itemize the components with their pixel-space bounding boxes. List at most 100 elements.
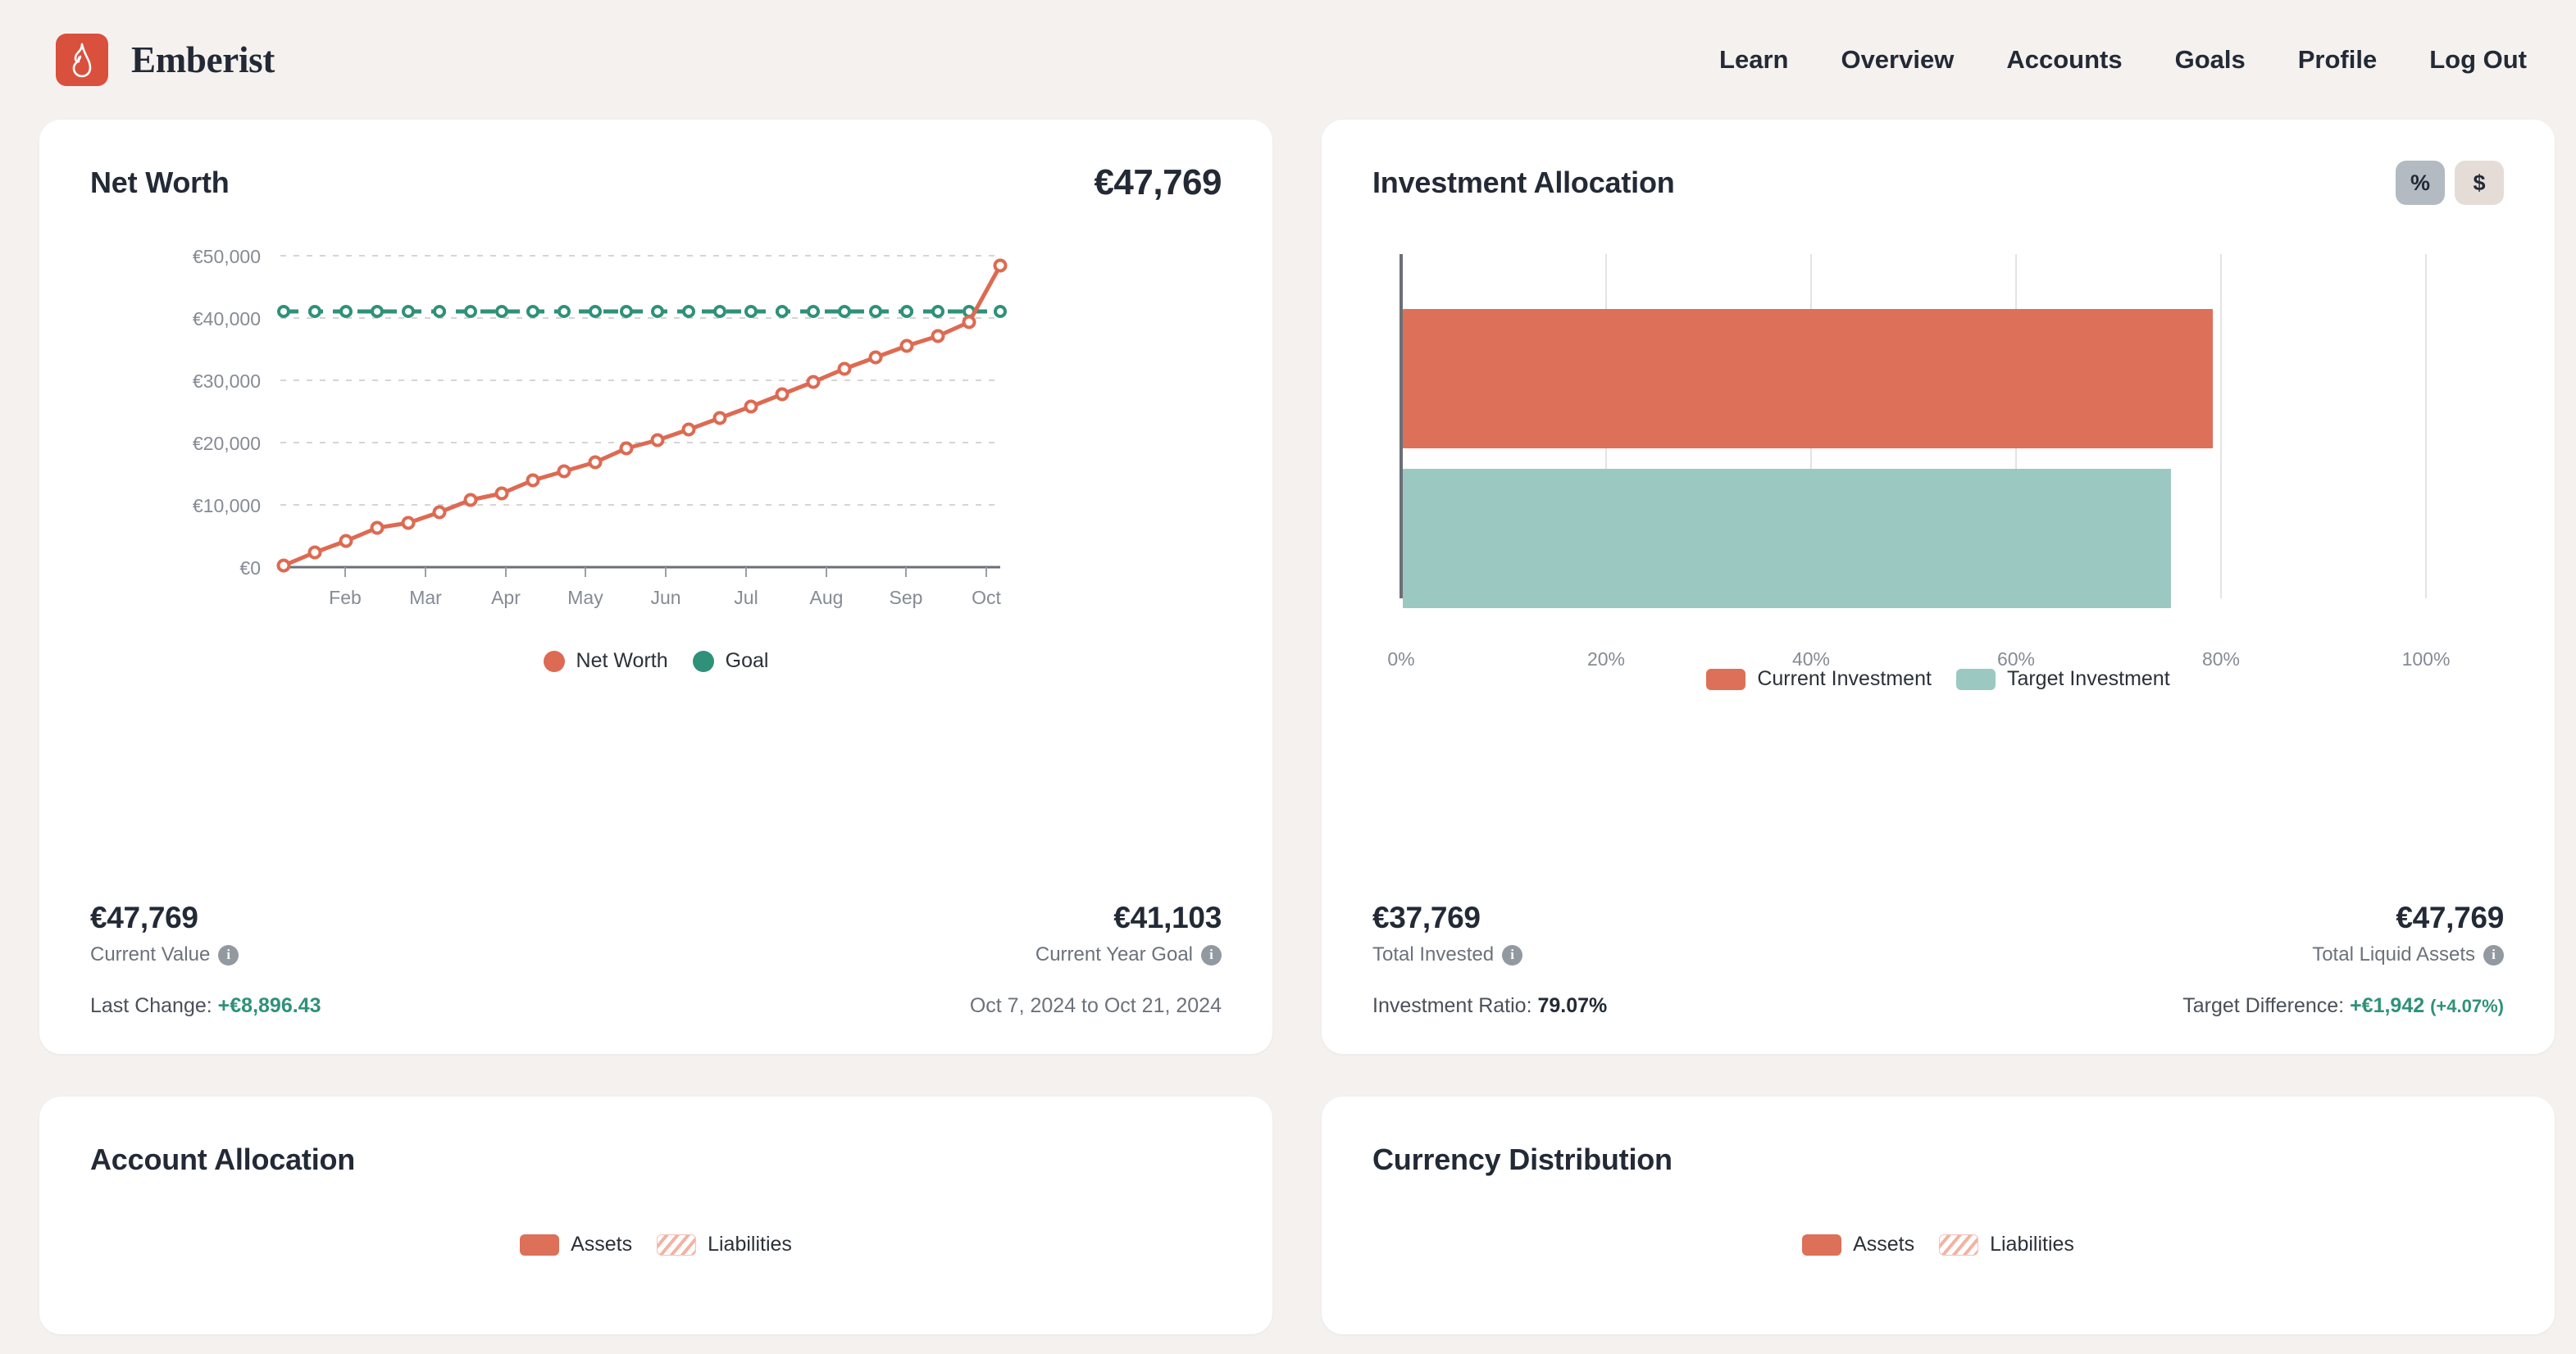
info-icon[interactable]: i [1502,944,1523,966]
net-worth-card-header: Net Worth €47,769 [90,159,1222,207]
net-worth-title: Net Worth [90,166,230,199]
svg-text:€40,000: €40,000 [193,308,261,329]
last-change-row: Last Change: +€8,896.43 [90,994,321,1018]
investment-ratio-value: 79.07% [1537,994,1608,1017]
total-invested-text: Total Invested [1372,943,1495,966]
legend-item-liabilities[interactable]: Liabilities [657,1233,792,1256]
current-value-amount: €47,769 [90,901,198,934]
svg-text:Jun: Jun [650,587,680,608]
svg-text:80%: 80% [2202,648,2240,670]
account-allocation-title: Account Allocation [90,1143,356,1176]
total-liquid-assets-label: Total Liquid Assets i [2312,943,2504,966]
date-range: Oct 7, 2024 to Oct 21, 2024 [969,994,1222,1017]
legend-item-target-investment[interactable]: Target Investment [1955,667,2170,691]
target-difference-value: +€1,942 [2350,994,2425,1017]
svg-text:20%: 20% [1587,648,1625,670]
target-difference-row: Target Difference: +€1,942 (+4.07%) [2182,994,2504,1018]
legend-dot-goal [692,650,714,672]
nav-item-log-out[interactable]: Log Out [2429,45,2527,75]
total-invested-amount: €37,769 [1372,901,1481,934]
current-value-text: Current Value [90,943,211,966]
brand-logo[interactable]: Emberist [56,34,275,86]
net-worth-amount: €47,769 [1094,162,1222,202]
current-year-goal-amount: €41,103 [1113,901,1222,934]
toggle-currency-button[interactable]: $ [2455,161,2504,205]
current-year-goal-text: Current Year Goal [1035,943,1193,966]
net-worth-series [276,258,1008,573]
current-value-label: Current Value i [90,943,239,966]
nav-item-goals[interactable]: Goals [2175,45,2246,75]
legend-swatch-assets [1802,1234,1842,1256]
net-worth-chart[interactable]: €50,000 €40,000 €30,000 €20,000 €10,000 … [90,231,1222,673]
chart-y-ticks: €50,000 €40,000 €30,000 €20,000 €10,000 … [193,246,261,579]
account-allocation-card: Account Allocation Assets Liabilities [39,1097,1272,1334]
legend-item-liabilities[interactable]: Liabilities [1939,1233,2074,1256]
legend-item-assets[interactable]: Assets [520,1233,632,1256]
investment-ratio-row: Investment Ratio: 79.07% [1372,994,1607,1018]
unit-toggle-group: % $ [2396,161,2504,205]
investment-ratio-key: Investment Ratio: [1372,994,1532,1017]
svg-text:Sep: Sep [890,587,923,608]
svg-text:Mar: Mar [409,587,442,608]
svg-text:Feb: Feb [329,587,362,608]
legend-item-goal[interactable]: Goal [692,649,769,673]
nav-item-profile[interactable]: Profile [2298,45,2377,75]
investment-allocation-chart[interactable]: 0% 20% 40% 60% 80% 100% Current Investme… [1372,231,2504,691]
currency-distribution-card-header: Currency Distribution [1372,1136,2504,1184]
investment-card-header: Investment Allocation % $ [1372,159,2504,207]
nav-item-accounts[interactable]: Accounts [2006,45,2122,75]
dashboard-grid: Net Worth €47,769 €50,000 €40,000 €30,00… [0,120,2576,1334]
info-icon[interactable]: i [2483,944,2504,966]
goal-series [277,305,1007,318]
info-icon[interactable]: i [1201,944,1222,966]
current-year-goal-stat: €41,103 Current Year Goal i [1035,901,1222,966]
bar-current-investment[interactable] [1403,309,2213,448]
total-liquid-assets-amount: €47,769 [2396,901,2504,934]
app-header: Emberist Learn Overview Accounts Goals P… [0,0,2576,120]
svg-text:Oct: Oct [972,587,1001,608]
svg-text:May: May [567,587,603,608]
main-nav: Learn Overview Accounts Goals Profile Lo… [1719,45,2527,75]
toggle-percent-button[interactable]: % [2396,161,2445,205]
net-worth-chart-svg: €50,000 €40,000 €30,000 €20,000 €10,000 … [193,246,1008,608]
target-difference-percent: (+4.07%) [2430,996,2504,1016]
account-allocation-legend: Assets Liabilities [90,1233,1222,1256]
currency-distribution-title: Currency Distribution [1372,1143,1673,1176]
info-icon[interactable]: i [218,944,239,966]
currency-distribution-card: Currency Distribution Assets Liabilities [1322,1097,2555,1334]
legend-label-goal: Goal [725,649,769,672]
last-change-value: +€8,896.43 [217,994,321,1017]
legend-swatch-current-investment [1706,668,1746,690]
legend-item-assets[interactable]: Assets [1802,1233,1914,1256]
chart-x-tick-marks [344,567,987,577]
total-invested-label: Total Invested i [1372,943,1523,966]
investment-stats: €37,769 Total Invested i €47,769 Total L… [1372,901,2504,1018]
investment-allocation-card: Investment Allocation % $ 0% 20% 40% 60%… [1322,120,2555,1054]
legend-swatch-liabilities [657,1234,697,1256]
legend-item-current-investment[interactable]: Current Investment [1706,667,1932,691]
legend-dot-net-worth [543,650,565,672]
svg-text:Apr: Apr [491,587,521,608]
nav-item-learn[interactable]: Learn [1719,45,1788,75]
legend-swatch-liabilities [1939,1234,1979,1256]
legend-item-net-worth[interactable]: Net Worth [543,649,668,673]
legend-label-target-investment: Target Investment [2006,667,2170,690]
chart-gridlines [280,255,1000,506]
legend-label-assets: Assets [1853,1233,1915,1256]
brand-name: Emberist [131,39,275,80]
legend-label-net-worth: Net Worth [576,649,668,672]
bar-target-investment[interactable] [1403,469,2171,608]
legend-swatch-target-investment [1955,668,1996,690]
nav-item-overview[interactable]: Overview [1841,45,1954,75]
currency-distribution-legend: Assets Liabilities [1372,1233,2504,1256]
legend-label-current-investment: Current Investment [1757,667,1932,690]
svg-text:100%: 100% [2402,648,2451,670]
legend-label-liabilities: Liabilities [708,1233,792,1256]
svg-text:€0: €0 [239,557,261,579]
legend-label-assets: Assets [571,1233,633,1256]
total-invested-stat: €37,769 Total Invested i [1372,901,1523,966]
last-change-key: Last Change: [90,994,212,1017]
dashboard-page: Emberist Learn Overview Accounts Goals P… [0,0,2576,1354]
svg-text:€20,000: €20,000 [193,433,261,454]
investment-allocation-chart-svg: 0% 20% 40% 60% 80% 100% [1387,254,2451,670]
